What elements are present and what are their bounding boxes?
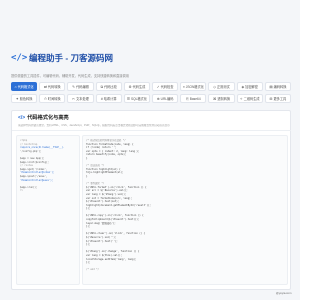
nav-item-icon: ◇ [213, 84, 216, 89]
nav-item-icon: ⏱ [44, 96, 47, 101]
nav-item-icon: ✂ [72, 96, 76, 101]
divider [12, 130, 291, 131]
result-code-line: /* end */ [86, 268, 99, 272]
code-logo-icon[interactable]: </> [11, 53, 27, 64]
watermark: @yeyia.com [276, 291, 292, 295]
site-title[interactable]: 编程助手 - 刀客源码网 [29, 52, 113, 64]
nav-item-label: 二维码生成 [243, 97, 260, 101]
nav-item[interactable]: ▤ 编码转换 [264, 82, 291, 91]
nav-item-label: 更多工具 [273, 97, 287, 101]
nav-item-icon: ⌂ [14, 84, 17, 89]
nav-item-label: 代码检查 [160, 85, 174, 89]
nav-item[interactable]: ◇ 正则测试 [208, 82, 235, 91]
nav-item-icon: ☰ [126, 96, 130, 101]
nav-item-icon: ✎ [72, 84, 76, 89]
nav-item-label: 加密解密 [245, 85, 258, 89]
nav-item[interactable]: # 哈希计算 [95, 94, 122, 103]
nav-item-icon: ⌘ [212, 96, 217, 101]
nav-item-icon: ⧉ [100, 84, 104, 89]
nav-item[interactable]: ⌘ 进制转换 [208, 94, 235, 103]
nav-item-label: 颜色转换 [19, 97, 33, 101]
nav-item[interactable]: ⧉ 代码比较 [95, 82, 122, 91]
nav-item-label: 时间转换 [47, 97, 61, 101]
nav-item[interactable]: ⊕ URL编码 [152, 94, 179, 103]
main-card: </> 代码格式化与高亮 请选择代码的语言类型，支持HTML、CSS、JavaS… [11, 110, 291, 290]
nav-item[interactable]: ≡ JSON格式化 [180, 82, 207, 91]
nav-item[interactable]: ⎘ Base64 [180, 94, 207, 103]
nav-item-label: 进制转换 [217, 97, 231, 101]
nav-item-label: 代码比较 [104, 85, 117, 89]
nav-item-label: SQL格式化 [130, 97, 147, 101]
nav-item[interactable]: ◈ 加密解密 [236, 82, 263, 91]
site-header: </> 编程助手 - 刀客源码网 [11, 50, 291, 74]
result-code-panel[interactable]: /* 格式化后的代码将显示在此处 */function formatCode(c… [82, 135, 288, 285]
nav-item-label: 代码生成 [132, 85, 146, 89]
nav-item[interactable]: ⊞ 更多工具 [264, 94, 291, 103]
nav-item-icon: ✧ [239, 96, 243, 101]
card-meta: 请选择代码的语言类型，支持HTML、CSS、JavaScript、PHP、SQL… [18, 124, 170, 127]
nav-item-icon: ▤ [269, 84, 273, 89]
nav-item-label: URL编码 [160, 97, 174, 101]
page: </> 编程助手 - 刀客源码网 提供便捷的工具插件，可编辑代码，辅助开发，代码… [0, 0, 300, 300]
nav-item[interactable]: ✦ 颜色转换 [11, 94, 38, 103]
nav-item-label: 代码格式化 [17, 85, 34, 89]
nav-item[interactable]: ⏱ 时间转换 [39, 94, 66, 103]
nav-item[interactable]: ✎ 代码编辑 [67, 82, 94, 91]
nav-item-label: 代码编辑 [76, 85, 89, 89]
nav-item-icon: ⇄ [43, 84, 47, 89]
nav-item-icon: ✓ [156, 84, 160, 89]
nav-item-icon: ⎘ [185, 96, 189, 101]
nav-item[interactable]: ⚙ 代码生成 [123, 82, 150, 91]
source-code-line: ?> [20, 189, 23, 193]
nav-item-icon: # [100, 96, 103, 101]
card-title: </> 代码格式化与高亮 [18, 115, 69, 122]
nav-item-label: JSON格式化 [185, 85, 204, 89]
nav-item[interactable]: ✂ 文本处理 [67, 94, 94, 103]
site-description: 提供便捷的工具插件，可编辑代码，辅助开发，代码生成，支持快捷转换和直接调用 [11, 74, 129, 78]
nav-item-label: 代码转换 [47, 85, 61, 89]
nav-item-label: Base64 [189, 96, 201, 101]
source-panel[interactable]: <?php // bootstrap require_once(dirname(… [16, 135, 80, 285]
nav-item-icon: ⊞ [269, 96, 273, 101]
card-title-text: 代码格式化与高亮 [27, 115, 69, 121]
nav-item-label: 正则测试 [216, 85, 230, 89]
nav-item-icon: ≡ [182, 84, 185, 89]
nav-item[interactable]: ☰ SQL格式化 [123, 94, 150, 103]
nav-item-icon: ⊕ [156, 96, 160, 101]
nav-item-icon: ◈ [241, 84, 245, 89]
nav-item-icon: ⚙ [128, 84, 132, 89]
nav-item-label: 编码转换 [273, 85, 287, 89]
code-icon: </> [18, 115, 26, 121]
nav-item-label: 哈希计算 [103, 97, 117, 101]
nav-item-icon: ✦ [15, 96, 19, 101]
nav-item[interactable]: ✧ 二维码生成 [236, 94, 263, 103]
nav-item[interactable]: ✓ 代码检查 [152, 82, 179, 91]
tool-nav: ⌂ 代码格式化 ⇄ 代码转换 ✎ 代码编辑 ⧉ 代码比较 ⚙ 代码生成 ✓ 代码检查 ≡ JSON格式化 ◇… [11, 82, 291, 106]
nav-item[interactable]: ⇄ 代码转换 [39, 82, 66, 91]
nav-item[interactable]: ⌂ 代码格式化 [11, 82, 38, 91]
nav-item-label: 文本处理 [76, 97, 89, 101]
